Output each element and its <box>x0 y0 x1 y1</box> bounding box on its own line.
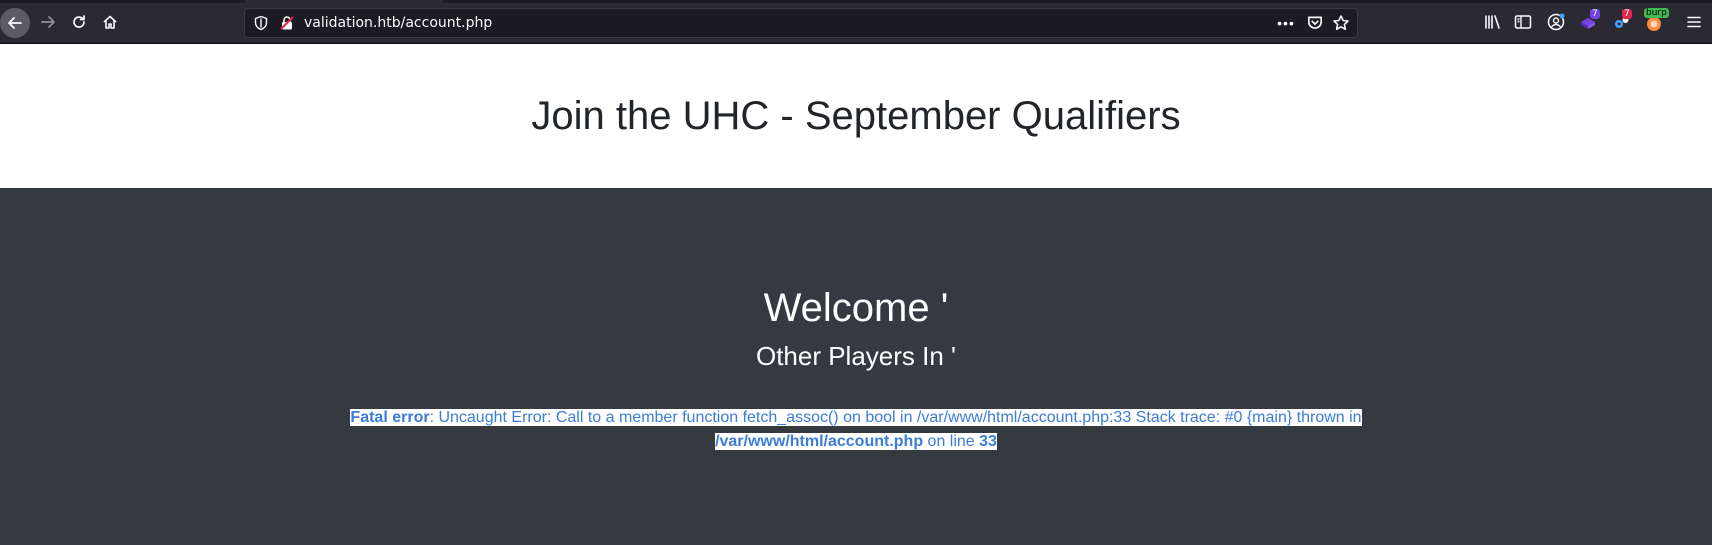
welcome-heading: Welcome ' <box>763 286 949 330</box>
reload-button[interactable] <box>63 6 95 38</box>
bookmark-star-icon[interactable] <box>1332 14 1350 32</box>
error-message: : Uncaught Error: Call to a member funct… <box>429 409 1362 426</box>
hamburger-menu-icon[interactable] <box>1683 11 1705 33</box>
error-file: /var/www/html/account.php <box>715 433 924 450</box>
tracking-protection-shield-icon[interactable] <box>253 15 269 31</box>
tab-strip-edge <box>0 0 245 3</box>
extension-button[interactable]: 7 <box>1611 9 1633 33</box>
extension-button[interactable]: 7 <box>1578 9 1600 33</box>
url-text[interactable]: validation.htb/account.php <box>304 15 492 31</box>
error-line-number: 33 <box>979 433 997 450</box>
burp-extension-button[interactable]: burp <box>1643 8 1669 33</box>
forward-arrow-icon <box>41 16 55 28</box>
insecure-lock-icon[interactable] <box>279 15 295 31</box>
back-button[interactable] <box>0 8 30 38</box>
tab-strip-edge <box>443 0 1712 3</box>
main-content: Welcome ' Other Players In ' Fatal error… <box>0 188 1712 545</box>
reload-icon <box>73 15 85 28</box>
burp-badge: burp <box>1644 8 1669 18</box>
library-icon[interactable] <box>1481 11 1503 33</box>
page-header: Join the UHC - September Qualifiers <box>0 44 1712 188</box>
php-error-message: Fatal error: Uncaught Error: Call to a m… <box>340 406 1372 454</box>
extension-badge: 7 <box>1622 9 1632 19</box>
back-arrow-icon <box>8 17 22 29</box>
error-label: Fatal error <box>350 409 430 426</box>
page-actions-menu-button[interactable]: ••• <box>1271 13 1301 33</box>
home-icon <box>103 15 117 29</box>
home-button[interactable] <box>94 6 126 38</box>
forward-button[interactable] <box>32 6 64 38</box>
error-text-selection: Fatal error: Uncaught Error: Call to a m… <box>350 409 1362 450</box>
url-bar[interactable]: validation.htb/account.php ••• <box>244 8 1358 38</box>
other-players-heading: Other Players In ' <box>755 341 957 371</box>
page-title: Join the UHC - September Qualifiers <box>531 94 1181 138</box>
sidebar-toggle-icon[interactable] <box>1512 11 1534 33</box>
account-icon[interactable] <box>1545 11 1567 33</box>
pocket-icon[interactable] <box>1306 14 1324 32</box>
error-on-line-text: on line <box>923 433 980 450</box>
browser-toolbar: validation.htb/account.php ••• 7 7 burp <box>0 0 1712 44</box>
extension-badge: 7 <box>1590 9 1600 19</box>
